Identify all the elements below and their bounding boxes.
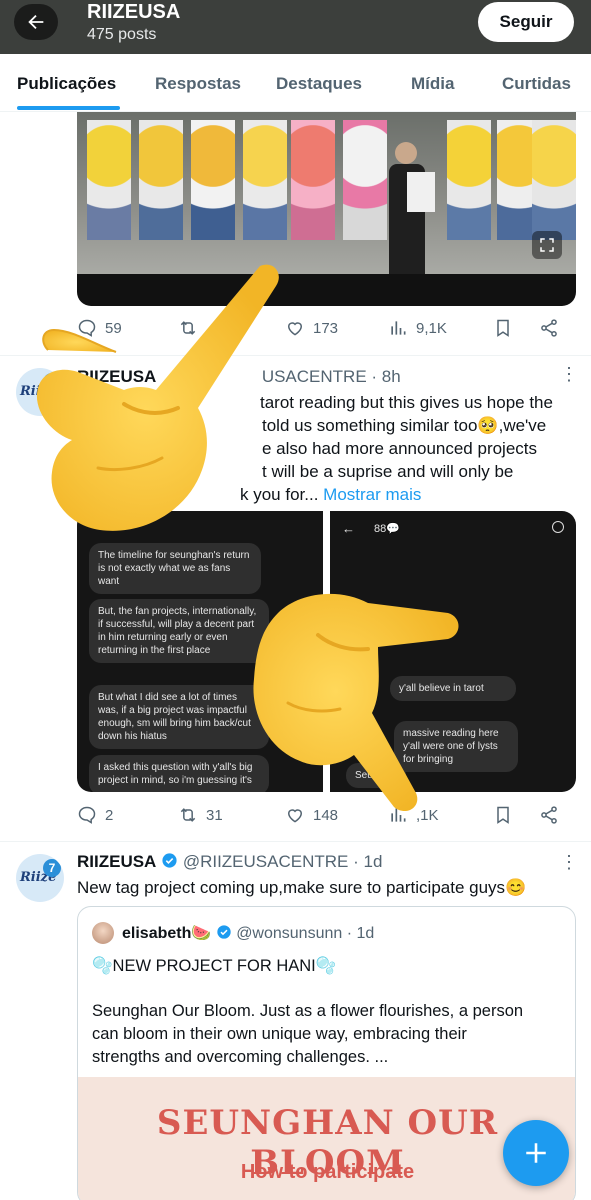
- bookmark-icon: [497, 806, 509, 824]
- chat-title: 88💬: [374, 523, 400, 535]
- bookmark-button[interactable]: [493, 805, 513, 825]
- chat-bubble: But, the fan projects, internationally, …: [89, 599, 269, 663]
- account-name: RIIZEUSA: [87, 1, 181, 23]
- repost-icon: [180, 808, 196, 822]
- post-time: · 1d: [353, 852, 383, 871]
- author-handle[interactable]: @RIIZEUSACENTRE: [183, 852, 349, 871]
- tab-respostas[interactable]: Respostas: [155, 74, 241, 94]
- posts-count: 475 posts: [87, 26, 157, 43]
- quote-line-1: Seunghan Our Bloom. Just as a flower flo…: [92, 1002, 524, 1020]
- quote-avatar[interactable]: [92, 922, 114, 944]
- quote-time: · 1d: [346, 925, 375, 942]
- poster-subtitle: How to participate: [240, 1161, 415, 1183]
- plus-icon: [526, 1143, 546, 1163]
- follow-button[interactable]: Seguir: [478, 2, 574, 42]
- more-icon[interactable]: ⋮: [560, 364, 578, 385]
- post-time: · 8h: [371, 367, 401, 386]
- compose-button[interactable]: [503, 1120, 569, 1186]
- reply-button[interactable]: 2: [77, 805, 113, 825]
- bookmark-button[interactable]: [493, 318, 513, 338]
- active-tab-indicator: [17, 106, 120, 110]
- author-name[interactable]: RIIZEUSA: [77, 852, 156, 871]
- quote-title-line: 🫧NEW PROJECT FOR HANI🫧: [92, 957, 337, 975]
- chat-bubble: But what I did see a lot of times was, i…: [89, 685, 269, 749]
- back-button[interactable]: [14, 4, 58, 40]
- bookmark-icon: [497, 319, 509, 337]
- show-more-link[interactable]: Mostrar mais: [323, 485, 421, 504]
- quote-author-name[interactable]: elisabeth🍉: [122, 925, 211, 942]
- post3-text: New tag project coming up,make sure to p…: [77, 878, 527, 897]
- share-icon: [541, 319, 557, 337]
- quote-header: elisabeth🍉 @wonsunsunn · 1d: [122, 923, 374, 943]
- chat-bubble: The timeline for seunghan's return is no…: [89, 543, 261, 594]
- like-count: 173: [313, 319, 339, 337]
- share-button[interactable]: [539, 805, 559, 825]
- wreath-photo: [77, 112, 576, 274]
- reply-count: 2: [105, 806, 114, 824]
- profile-tabs: Publicações Respostas Destaques Mídia Cu…: [0, 54, 591, 112]
- post2-line-2: told us something similar too🥺,we've: [262, 416, 547, 435]
- more-icon[interactable]: ⋮: [560, 852, 578, 873]
- quoted-post[interactable]: elisabeth🍉 @wonsunsunn · 1d 🫧NEW PROJECT…: [77, 906, 576, 1200]
- like-button[interactable]: 173: [285, 318, 338, 338]
- tab-publicacoes[interactable]: Publicações: [17, 74, 116, 94]
- post2-line-4: t will be a suprise and will only be: [262, 462, 514, 481]
- verified-icon: [162, 853, 177, 868]
- post2-line-3: e also had more announced projects: [262, 439, 538, 458]
- views-button[interactable]: 9,1K: [388, 318, 447, 338]
- info-icon: [552, 521, 564, 533]
- quote-image-poster[interactable]: SEUNGHAN OUR BLOOM How to participate: [78, 1077, 575, 1200]
- repost-button[interactable]: 31: [178, 805, 223, 825]
- verified-icon: [217, 925, 231, 939]
- tab-midia[interactable]: Mídia: [411, 74, 454, 94]
- avatar[interactable]: Riize 7: [16, 854, 64, 902]
- post2-line-1: tarot reading but this gives us hope the: [260, 393, 553, 412]
- tab-destaques[interactable]: Destaques: [276, 74, 362, 94]
- back-arrow-icon: ←: [342, 521, 355, 536]
- expand-icon[interactable]: [532, 231, 562, 259]
- views-icon: [391, 321, 406, 335]
- share-icon: [541, 806, 557, 824]
- profile-header: RIIZEUSA 475 posts Seguir: [0, 0, 591, 54]
- avatar-badge: 7: [43, 859, 61, 877]
- pointing-hand-emoji: [36, 264, 279, 531]
- share-button[interactable]: [539, 318, 559, 338]
- tab-curtidas[interactable]: Curtidas: [502, 74, 571, 94]
- view-count: 9,1K: [416, 319, 447, 337]
- back-arrow-icon: [28, 14, 44, 30]
- reply-icon: [78, 806, 96, 824]
- quote-line-3: strengths and overcoming challenges. ...: [92, 1048, 389, 1066]
- quote-handle: @wonsunsunn: [236, 925, 343, 942]
- like-icon: [287, 322, 303, 336]
- post-divider: [0, 841, 591, 842]
- pointing-hand-emoji: [253, 593, 459, 812]
- repost-count: 31: [206, 806, 223, 824]
- post3-header: RIIZEUSA @RIIZEUSACENTRE · 1d: [77, 852, 382, 872]
- quote-line-2: can bloom in their own unique way, embra…: [92, 1025, 467, 1043]
- chat-bubble: I asked this question with y'all's big p…: [89, 755, 269, 792]
